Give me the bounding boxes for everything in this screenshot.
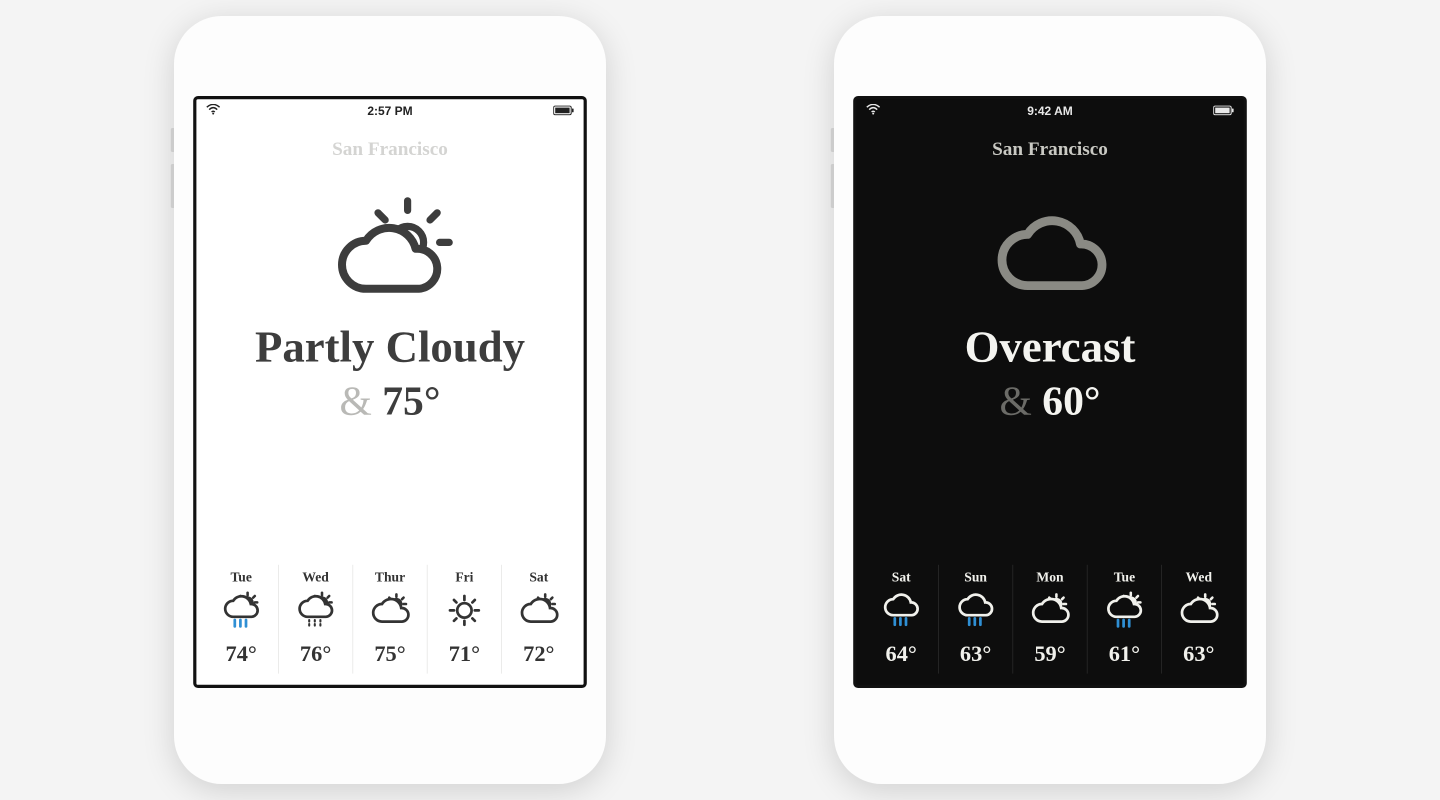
forecast-temp: 61°	[1088, 642, 1162, 668]
forecast-day[interactable]: Mon 59°	[1012, 565, 1086, 674]
city-label: San Francisco	[196, 139, 583, 161]
forecast-day-label: Wed	[279, 570, 353, 586]
phone-mockup-dark: 9:42 AM San Francisco Overcast & 60° Sat	[834, 16, 1266, 784]
partly-cloudy-icon	[353, 590, 427, 630]
forecast-day-label: Sun	[939, 570, 1013, 586]
forecast-day-label: Thur	[353, 570, 427, 586]
forecast-day-label: Wed	[1162, 570, 1236, 586]
forecast-day[interactable]: Sun 63°	[938, 565, 1012, 674]
partly-cloudy-icon	[502, 590, 576, 630]
forecast-temp: 75°	[353, 642, 427, 668]
forecast-day-label: Fri	[428, 570, 502, 586]
forecast-day-label: Mon	[1013, 570, 1087, 586]
battery-icon	[1213, 104, 1234, 118]
forecast-temp: 74°	[204, 642, 278, 668]
battery-icon	[553, 104, 574, 118]
status-bar: 9:42 AM	[856, 99, 1243, 123]
forecast-row: Tue 74° Wed 76° Thur 75°	[204, 565, 575, 674]
forecast-day[interactable]: Thur 75°	[352, 565, 426, 674]
phone-mockup-light: 2:57 PM San Francisco Pa	[174, 16, 606, 784]
rain-sun-icon	[1088, 590, 1162, 630]
partly-cloudy-icon	[1013, 590, 1087, 630]
ampersand: &	[340, 378, 372, 424]
current-temp: 60°	[1042, 378, 1100, 424]
forecast-day-label: Tue	[204, 570, 278, 586]
forecast-day[interactable]: Sat 72°	[501, 565, 575, 674]
forecast-day-label: Sat	[864, 570, 938, 586]
status-time: 2:57 PM	[196, 104, 583, 118]
sunny-icon	[428, 590, 502, 630]
ampersand: &	[1000, 378, 1032, 424]
forecast-temp: 63°	[1162, 642, 1236, 668]
wifi-icon	[206, 104, 220, 118]
forecast-temp: 63°	[939, 642, 1013, 668]
current-temp: 75°	[382, 378, 440, 424]
rain-sun-icon	[204, 590, 278, 630]
forecast-temp: 59°	[1013, 642, 1087, 668]
forecast-day-label: Tue	[1088, 570, 1162, 586]
rain-icon	[864, 590, 938, 630]
forecast-day[interactable]: Fri 71°	[427, 565, 501, 674]
status-time: 9:42 AM	[856, 104, 1243, 118]
forecast-day-label: Sat	[502, 570, 576, 586]
wifi-icon	[866, 104, 880, 118]
forecast-temp: 64°	[864, 642, 938, 668]
status-bar: 2:57 PM	[196, 99, 583, 123]
screen[interactable]: 2:57 PM San Francisco Pa	[193, 96, 587, 688]
forecast-day[interactable]: Sat 64°	[864, 565, 938, 674]
partly-cloudy-icon	[1162, 590, 1236, 630]
condition-label: Overcast	[856, 324, 1243, 371]
forecast-temp: 76°	[279, 642, 353, 668]
cloud-icon	[856, 193, 1243, 313]
temperature-line: & 60°	[856, 377, 1243, 424]
city-label: San Francisco	[856, 139, 1243, 161]
screen[interactable]: 9:42 AM San Francisco Overcast & 60° Sat	[853, 96, 1247, 688]
rain-icon	[939, 590, 1013, 630]
forecast-day[interactable]: Tue 74°	[204, 565, 278, 674]
forecast-day[interactable]: Wed 76°	[278, 565, 352, 674]
condition-label: Partly Cloudy	[196, 324, 583, 371]
sleet-sun-icon	[279, 590, 353, 630]
forecast-row: Sat 64° Sun 63° Mon 59°	[864, 565, 1235, 674]
temperature-line: & 75°	[196, 377, 583, 424]
forecast-day[interactable]: Tue 61°	[1087, 565, 1161, 674]
forecast-temp: 72°	[502, 642, 576, 668]
partly-cloudy-icon	[196, 193, 583, 313]
forecast-day[interactable]: Wed 63°	[1161, 565, 1235, 674]
forecast-temp: 71°	[428, 642, 502, 668]
